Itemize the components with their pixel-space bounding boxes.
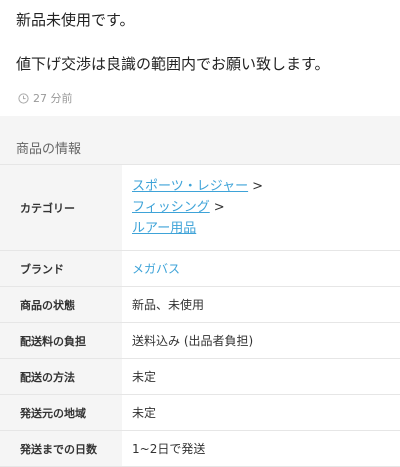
posted-time-text: 27 分前 (33, 92, 73, 105)
category-link-sports-leisure[interactable]: スポーツ・レジャー (132, 179, 248, 194)
category-breadcrumb: スポーツ・レジャー > フィッシング > ルアー用品 (122, 165, 400, 250)
info-label-condition: 商品の状態 (0, 287, 122, 322)
section-title: 商品の情報 (16, 142, 82, 157)
info-label-ship-days: 発送までの日数 (0, 431, 122, 466)
clock-icon (18, 92, 29, 104)
item-description: 新品未使用です。 値下げ交渉は良識の範囲内でお願い致します。 27 分前 (0, 0, 400, 116)
info-value-shipping-fee: 送料込み (出品者負担) (132, 334, 254, 348)
info-row-shipping-fee: 配送料の負担 送料込み (出品者負担) (0, 323, 400, 359)
description-line-1: 新品未使用です。 (16, 11, 135, 29)
category-link-lure-goods[interactable]: ルアー用品 (132, 221, 196, 236)
category-link-fishing[interactable]: フィッシング (132, 200, 210, 215)
info-row-category: カテゴリー スポーツ・レジャー > フィッシング > ルアー用品 (0, 165, 400, 251)
section-divider (0, 116, 400, 126)
info-label-brand: ブランド (0, 251, 122, 286)
info-value-shipping-method: 未定 (132, 370, 157, 384)
section-header: 商品の情報 (0, 126, 400, 164)
info-label-ship-from: 発送元の地域 (0, 395, 122, 430)
info-row-shipping-method: 配送の方法 未定 (0, 359, 400, 395)
info-row-condition: 商品の状態 新品、未使用 (0, 287, 400, 323)
info-label-category: カテゴリー (0, 165, 122, 250)
info-row-brand: ブランド メガバス (0, 251, 400, 287)
info-value-ship-from: 未定 (132, 406, 157, 420)
category-separator: > (213, 200, 225, 215)
info-value-ship-days: 1~2日で発送 (132, 442, 206, 456)
item-info-table: カテゴリー スポーツ・レジャー > フィッシング > ルアー用品 ブランド メガバス… (0, 164, 400, 467)
info-value-condition: 新品、未使用 (132, 298, 205, 312)
brand-link[interactable]: メガバス (132, 260, 180, 277)
posted-time: 27 分前 (18, 90, 73, 106)
info-label-shipping-fee: 配送料の負担 (0, 323, 122, 358)
info-row-ship-days: 発送までの日数 1~2日で発送 (0, 431, 400, 467)
info-row-ship-from: 発送元の地域 未定 (0, 395, 400, 431)
info-label-shipping-method: 配送の方法 (0, 359, 122, 394)
category-separator: > (252, 179, 263, 194)
description-line-2: 値下げ交渉は良識の範囲内でお願い致します。 (16, 55, 330, 73)
